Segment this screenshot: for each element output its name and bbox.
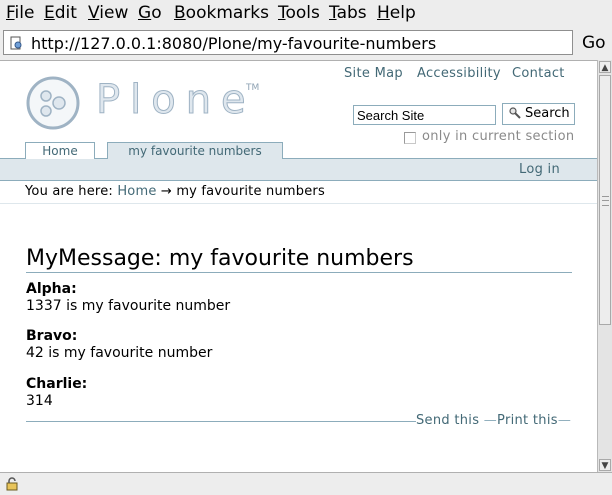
vertical-scrollbar[interactable]: ▲ ▼ bbox=[597, 60, 612, 472]
field-value-alpha: 1337 is my favourite number bbox=[26, 298, 231, 314]
breadcrumb-separator: → bbox=[160, 184, 172, 199]
site-action-accessibility[interactable]: Accessibility bbox=[417, 66, 501, 81]
menu-edit[interactable]: Edit bbox=[44, 3, 77, 23]
title-underline bbox=[26, 272, 572, 273]
breadcrumb-divider bbox=[0, 203, 597, 204]
site-action-sitemap[interactable]: Site Map bbox=[344, 66, 403, 81]
field-label-charlie: Charlie: bbox=[26, 376, 88, 392]
field-label-bravo: Bravo: bbox=[26, 328, 78, 344]
url-field[interactable]: http://127.0.0.1:8080/Plone/my-favourite… bbox=[3, 30, 573, 55]
page-icon bbox=[10, 36, 22, 50]
search-button-label: Search bbox=[525, 106, 570, 121]
menu-go[interactable]: Go bbox=[138, 3, 162, 23]
breadcrumb-home[interactable]: Home bbox=[117, 184, 156, 199]
menu-help[interactable]: Help bbox=[377, 3, 416, 23]
menu-tabs[interactable]: Tabs bbox=[329, 3, 367, 23]
action-dash-end: — bbox=[557, 413, 572, 428]
breadcrumb: You are here: Home → my favourite number… bbox=[25, 184, 325, 199]
tab-home[interactable]: Home bbox=[25, 142, 95, 159]
document-actions-divider bbox=[26, 421, 416, 422]
menu-bar: File Edit View Go Bookmarks Tools Tabs H… bbox=[0, 0, 612, 28]
personal-bar: Log in bbox=[0, 159, 597, 181]
site-action-contact[interactable]: Contact bbox=[512, 66, 565, 81]
url-text: http://127.0.0.1:8080/Plone/my-favourite… bbox=[31, 34, 437, 53]
plone-logo-icon bbox=[26, 76, 80, 130]
status-bar bbox=[0, 472, 612, 495]
breadcrumb-current: my favourite numbers bbox=[176, 184, 325, 199]
field-value-bravo: 42 is my favourite number bbox=[26, 345, 213, 361]
send-this-link[interactable]: Send this bbox=[416, 413, 479, 428]
breadcrumb-prefix: You are here: bbox=[25, 184, 113, 199]
security-lock-icon[interactable] bbox=[5, 477, 19, 491]
menu-bookmarks[interactable]: Bookmarks bbox=[174, 3, 269, 23]
document-actions: Send this —Print this— bbox=[416, 413, 571, 428]
menu-view[interactable]: View bbox=[88, 3, 128, 23]
print-this-link[interactable]: Print this bbox=[497, 413, 558, 428]
login-link[interactable]: Log in bbox=[519, 162, 560, 177]
field-label-alpha: Alpha: bbox=[26, 281, 77, 297]
go-button[interactable]: Go bbox=[582, 33, 606, 53]
action-dash: — bbox=[483, 413, 498, 428]
search-input[interactable] bbox=[353, 105, 496, 125]
current-section-label: only in current section bbox=[422, 129, 575, 144]
page-viewport: Plone TM Site Map Accessibility Contact … bbox=[0, 60, 597, 473]
search-icon bbox=[509, 107, 521, 119]
logo-trademark: TM bbox=[246, 83, 260, 93]
menu-file[interactable]: File bbox=[6, 3, 34, 23]
scrollbar-thumb[interactable] bbox=[599, 75, 611, 325]
tab-my-favourite-numbers[interactable]: my favourite numbers bbox=[107, 142, 283, 160]
field-value-charlie: 314 bbox=[26, 393, 53, 409]
scrollbar-grip-icon bbox=[602, 196, 609, 206]
scroll-up-arrow-icon[interactable]: ▲ bbox=[599, 61, 611, 73]
scroll-down-arrow-icon[interactable]: ▼ bbox=[599, 459, 611, 471]
navigation-toolbar: http://127.0.0.1:8080/Plone/my-favourite… bbox=[0, 28, 612, 60]
current-section-checkbox[interactable] bbox=[404, 132, 416, 144]
menu-tools[interactable]: Tools bbox=[278, 3, 320, 23]
page-title: MyMessage: my favourite numbers bbox=[26, 246, 414, 271]
search-button[interactable]: Search bbox=[502, 103, 575, 125]
plone-logo-text[interactable]: Plone bbox=[96, 77, 256, 124]
